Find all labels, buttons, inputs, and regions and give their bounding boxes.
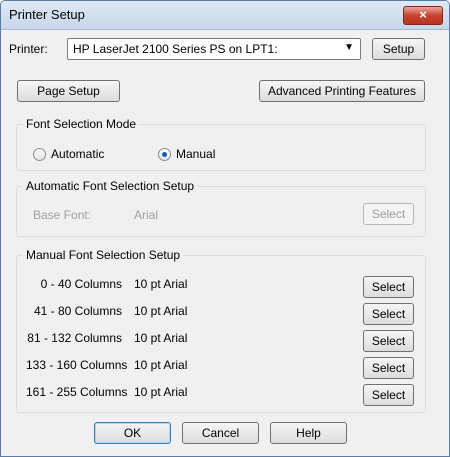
columns-range-label: 133 - 160 Columns [26,358,128,372]
columns-range-label: 81 - 132 Columns [27,331,122,345]
select-button-row-5[interactable]: Select [363,384,414,406]
select-button-row-4[interactable]: Select [363,357,414,379]
help-button[interactable]: Help [270,422,347,444]
columns-range-label: 161 - 255 Columns [26,385,128,399]
automatic-font-setup-title: Automatic Font Selection Setup [23,179,198,193]
base-font-value: Arial [134,208,159,222]
manual-radio[interactable] [158,148,171,161]
cancel-button[interactable]: Cancel [182,422,259,444]
manual-font-setup-title: Manual Font Selection Setup [23,248,184,262]
printer-select-value: HP LaserJet 2100 Series PS on LPT1: [73,42,278,56]
ok-button[interactable]: OK [94,422,171,444]
font-value: 10 pt Arial [134,358,188,372]
printer-setup-dialog: Printer Setup × Printer: HP LaserJet 210… [0,0,450,457]
automatic-radio-label[interactable]: Automatic [51,147,104,161]
window-title: Printer Setup [9,7,85,22]
title-bar: Printer Setup × [1,1,449,30]
base-font-label: Base Font: [33,208,92,222]
select-button-row-3[interactable]: Select [363,330,414,352]
font-value: 10 pt Arial [134,385,188,399]
font-selection-mode-title: Font Selection Mode [23,117,140,131]
base-font-select-button[interactable]: Select [363,203,414,225]
close-icon: × [419,7,427,22]
advanced-printing-features-button[interactable]: Advanced Printing Features [259,80,425,102]
setup-button[interactable]: Setup [372,38,425,60]
automatic-radio[interactable] [33,148,46,161]
font-value: 10 pt Arial [134,331,188,345]
font-value: 10 pt Arial [134,277,188,291]
page-setup-button[interactable]: Page Setup [17,80,120,102]
chevron-down-icon[interactable]: ▼ [344,42,354,53]
radio-selected-dot [162,152,167,157]
close-button[interactable]: × [403,6,443,25]
select-button-row-2[interactable]: Select [363,303,414,325]
manual-radio-label[interactable]: Manual [176,147,215,161]
printer-label: Printer: [9,42,48,56]
columns-range-label: 41 - 80 Columns [33,304,122,318]
printer-select[interactable]: HP LaserJet 2100 Series PS on LPT1: ▼ [67,38,361,60]
font-value: 10 pt Arial [134,304,188,318]
select-button-row-1[interactable]: Select [363,276,414,298]
columns-range-label: 0 - 40 Columns [40,277,122,291]
